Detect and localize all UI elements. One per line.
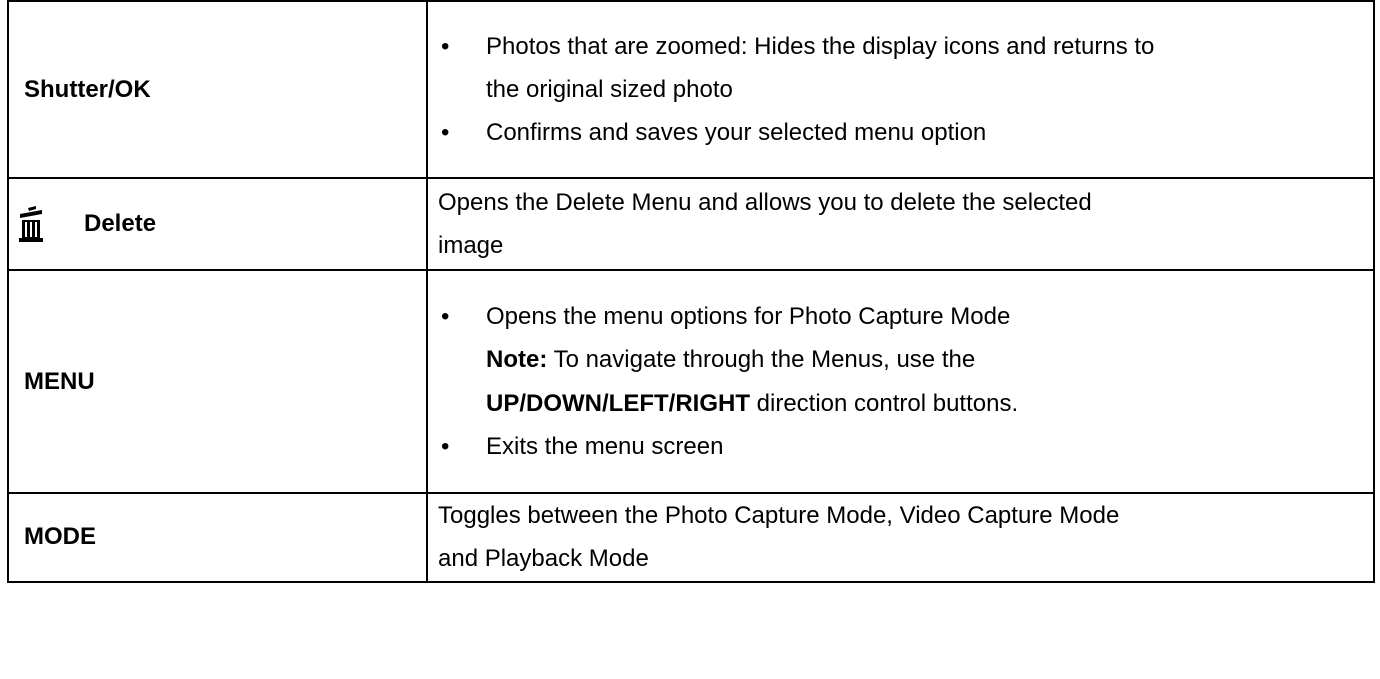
delete-label: Delete (84, 210, 157, 237)
row-description-cell: Toggles between the Photo Capture Mode, … (426, 492, 1375, 583)
row-description-cell: Opens the Delete Menu and allows you to … (426, 177, 1375, 271)
note-label: Note: (486, 346, 548, 374)
table-row-delete: Delete Opens the Delete Menu and allows … (7, 177, 1375, 271)
bullet-dot: • (441, 119, 450, 147)
note-tail-text: direction control buttons. (749, 389, 1019, 417)
row-label-cell: MENU (7, 269, 428, 494)
row-label-cell: MODE (7, 492, 428, 583)
mode-label: MODE (24, 523, 96, 551)
description-line: Toggles between the Photo Capture Mode, … (438, 502, 1120, 529)
table-row-mode: MODE Toggles between the Photo Capture M… (7, 492, 1375, 583)
table-row-shutter: Shutter/OK • Photos that are zoomed: Hid… (7, 0, 1375, 179)
bullet-item: • Opens the menu options for Photo Captu… (438, 295, 1373, 338)
bullet-text: Confirms and saves your selected menu op… (486, 119, 987, 147)
bullet-text: Photos that are zoomed: Hides the displa… (486, 32, 1155, 60)
row-description-cell: • Opens the menu options for Photo Captu… (426, 269, 1375, 494)
description-line: image (438, 232, 504, 259)
description-line: Opens the Delete Menu and allows you to … (438, 188, 1092, 216)
row-description-cell: • Photos that are zoomed: Hides the disp… (426, 0, 1375, 179)
bullet-item: • Exits the menu screen (438, 425, 1373, 468)
note-text: To navigate through the Menus, use the (547, 346, 976, 374)
row-label-cell: Delete (7, 177, 428, 271)
bullet-continuation: the original sized photo (486, 75, 733, 103)
bullet-item: • Confirms and saves your selected menu … (438, 111, 1373, 154)
row-label-cell: Shutter/OK (7, 0, 428, 179)
bullet-text: Exits the menu screen (486, 432, 724, 460)
bullet-dot: • (441, 432, 450, 460)
delete-label-group: Delete (19, 204, 426, 244)
note-line: UP/DOWN/LEFT/RIGHT direction control but… (438, 382, 1373, 425)
bullet-dot: • (441, 302, 450, 330)
controls-table: Shutter/OK • Photos that are zoomed: Hid… (7, 0, 1375, 583)
description-line: and Playback Mode (438, 545, 649, 573)
direction-buttons-label: UP/DOWN/LEFT/RIGHT (486, 389, 750, 417)
bullet-item: • Photos that are zoomed: Hides the disp… (438, 25, 1373, 68)
shutter-ok-label: Shutter/OK (24, 75, 151, 103)
table-row-menu: MENU • Opens the menu options for Photo … (7, 269, 1375, 494)
bullet-text: Opens the menu options for Photo Capture… (486, 302, 1011, 330)
trash-icon (19, 206, 43, 242)
bullet-dot: • (441, 32, 450, 60)
menu-label: MENU (24, 367, 95, 395)
note-line: Note: To navigate through the Menus, use… (438, 338, 1373, 381)
